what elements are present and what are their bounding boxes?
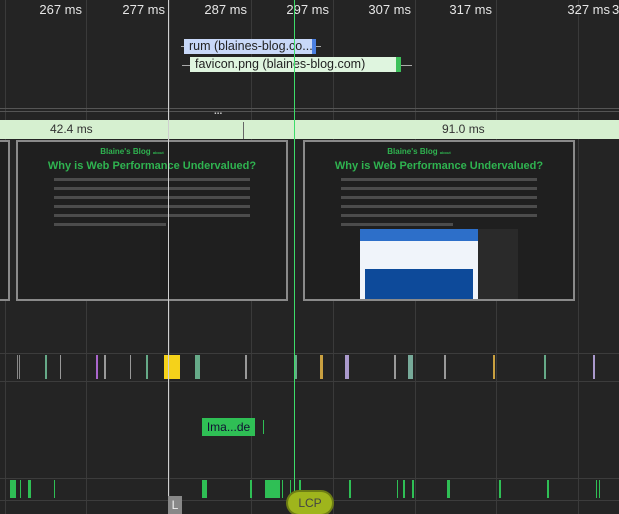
blog-tag: about	[439, 150, 451, 155]
frame-mark[interactable]	[547, 480, 549, 498]
task-mark[interactable]	[295, 355, 297, 379]
task-mark[interactable]	[130, 355, 131, 379]
task-mark[interactable]	[245, 355, 247, 379]
task-mark[interactable]	[104, 355, 106, 379]
blog-name: Blaine's Blog	[100, 147, 151, 156]
task-mark[interactable]	[408, 355, 413, 379]
frame-mark[interactable]	[250, 480, 252, 498]
screenshot-frame[interactable]: Blaine's Blog about Why is Web Performan…	[16, 140, 288, 301]
time-tick-label: 287 ms	[204, 2, 247, 17]
frames-track[interactable]: 42.4 ms 91.0 ms	[0, 120, 619, 139]
frame-mark[interactable]	[599, 480, 600, 498]
time-tick-label: 3	[612, 2, 619, 17]
frame-mark[interactable]	[28, 480, 31, 498]
grid-line	[578, 0, 579, 514]
blog-tag: about	[152, 150, 164, 155]
task-mark[interactable]	[60, 355, 61, 379]
article-title: Why is Web Performance Undervalued?	[334, 160, 544, 172]
frame-mark[interactable]	[596, 480, 597, 498]
time-tick-label: 327 ms	[567, 2, 610, 17]
lcp-marker[interactable]: LCP	[288, 492, 332, 514]
lcp-line	[294, 0, 295, 514]
network-request-rum[interactable]: rum (blaines-blog.co...	[184, 39, 316, 54]
task-mark[interactable]	[345, 355, 349, 379]
task-mark[interactable]	[493, 355, 495, 379]
track-resize-handle[interactable]: ...	[214, 106, 222, 117]
task-mark[interactable]	[45, 355, 47, 379]
task-mark[interactable]	[19, 355, 20, 379]
task-mark[interactable]	[544, 355, 546, 379]
frame-duration[interactable]: 91.0 ms	[442, 120, 485, 139]
frame-duration[interactable]: 42.4 ms	[50, 120, 93, 139]
cursor-line	[168, 0, 169, 514]
screenshot-partial	[0, 140, 10, 301]
interaction-event[interactable]: Ima...de	[202, 418, 255, 436]
task-mark[interactable]	[320, 355, 323, 379]
network-request-favicon[interactable]: favicon.png (blaines-blog.com)	[190, 57, 401, 72]
frame-mark[interactable]	[20, 480, 21, 498]
frame-mark[interactable]	[447, 480, 450, 498]
task-mark[interactable]	[96, 355, 98, 379]
frame-mark[interactable]	[403, 480, 405, 498]
time-tick-label: 317 ms	[449, 2, 492, 17]
frame-mark[interactable]	[349, 480, 351, 498]
frame-mark[interactable]	[202, 480, 207, 498]
time-tick-label: 277 ms	[122, 2, 165, 17]
time-tick-label: 307 ms	[368, 2, 411, 17]
screenshot-frame[interactable]: Blaine's Blog about Why is Web Performan…	[303, 140, 575, 301]
frame-mark[interactable]	[54, 480, 55, 498]
article-title: Why is Web Performance Undervalued?	[47, 160, 257, 172]
frame-mark[interactable]	[397, 480, 398, 498]
blog-name: Blaine's Blog	[387, 147, 438, 156]
task-mark[interactable]	[146, 355, 148, 379]
frame-mark[interactable]	[412, 480, 414, 498]
task-mark[interactable]	[164, 355, 180, 379]
frame-mark[interactable]	[265, 480, 280, 498]
task-mark[interactable]	[593, 355, 595, 379]
frame-mark[interactable]	[499, 480, 501, 498]
time-tick-label: 267 ms	[39, 2, 82, 17]
article-image	[360, 229, 478, 299]
task-mark[interactable]	[444, 355, 446, 379]
load-marker[interactable]: L	[168, 496, 182, 514]
task-mark[interactable]	[17, 355, 18, 379]
frame-mark[interactable]	[282, 480, 283, 498]
timeline[interactable]: 267 ms 277 ms 287 ms 297 ms 307 ms 317 ms 3 327…	[0, 0, 619, 514]
task-mark[interactable]	[195, 355, 200, 379]
task-mark[interactable]	[394, 355, 396, 379]
frame-mark[interactable]	[10, 480, 16, 498]
